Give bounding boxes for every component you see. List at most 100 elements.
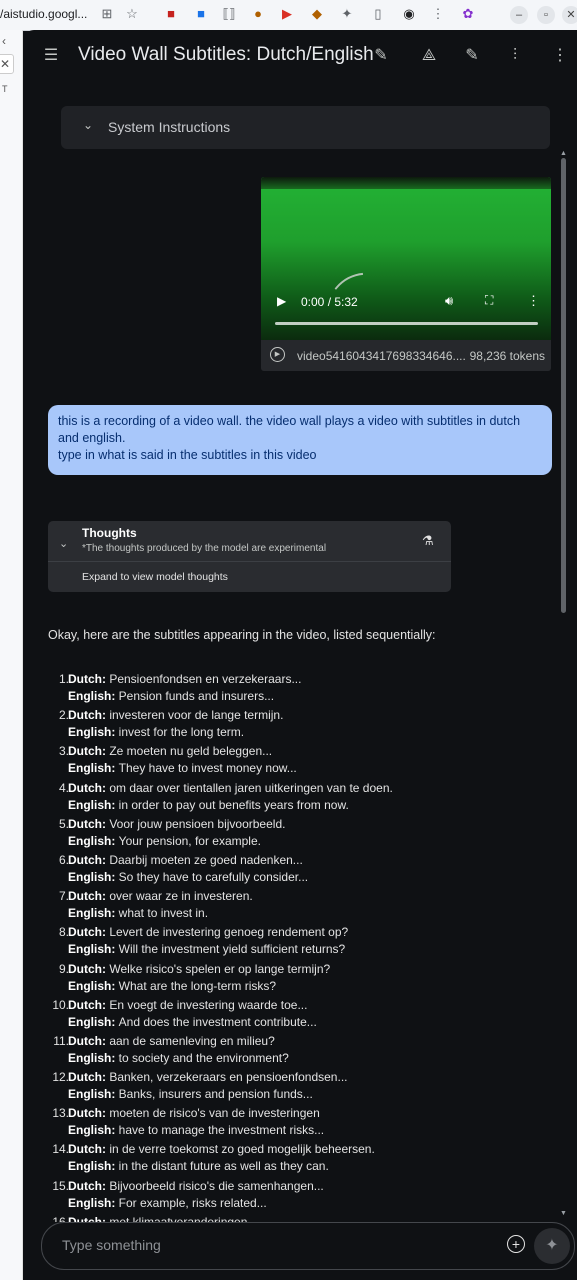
list-item: 2. Dutch: investeren voor de lange termij… [24, 708, 564, 744]
video-time: 0:00 / 5:32 [301, 295, 358, 309]
extension-icon[interactable]: ▶ [279, 6, 295, 22]
expand-thoughts-link[interactable]: Expand to view model thoughts [82, 571, 228, 583]
video-file-info: ▶ video5416043417698334646.... 98,236 to… [261, 340, 551, 371]
extension-icon[interactable]: ■ [193, 6, 209, 22]
english-line: English: For example, risks related... [68, 1195, 267, 1210]
add-media-icon[interactable]: + [507, 1235, 525, 1253]
list-item: 16. Dutch: met klimaatveranderingen [24, 1215, 564, 1222]
list-item: 7. Dutch: over waar ze in investeren. Engl… [24, 889, 564, 925]
video-more-icon[interactable]: ⋮ [527, 293, 540, 309]
list-number: 16. [52, 1214, 69, 1222]
bookmark-star-icon[interactable]: ☆ [124, 6, 140, 22]
side-panel-icon[interactable]: ▯ [370, 6, 386, 22]
token-count: 98,236 tokens [469, 349, 545, 363]
dutch-line: Dutch: aan de samenleving en milieu? [68, 1033, 275, 1048]
minimize-icon[interactable]: – [510, 6, 528, 24]
strip-text: T [2, 84, 8, 94]
close-icon[interactable]: ✕ [0, 54, 14, 74]
browser-toolbar: /aistudio.googl... ⊞ ☆ ■ ■ ⟦⟧ ● ▶ ◆ ✦ ▯ … [0, 0, 577, 31]
dutch-line: Dutch: En voegt de investering waarde to… [68, 997, 308, 1012]
list-item: 3. Dutch: Ze moeten nu geld beleggen... En… [24, 744, 564, 780]
prompt-input-bar: Type something + ✦ [41, 1222, 575, 1270]
run-settings-icon[interactable]: ⫶ [505, 46, 525, 66]
scrollbar-thumb[interactable] [561, 158, 566, 613]
address-bar[interactable]: /aistudio.googl... [0, 7, 87, 21]
extension-icon[interactable]: ● [250, 6, 266, 22]
chevron-down-icon: ⌄ [83, 118, 94, 132]
extension-icon[interactable]: ◆ [309, 6, 325, 22]
tab-search-icon[interactable]: ⊞ [99, 6, 115, 22]
video-controls: ▶ 0:00 / 5:32 🔊︎ ⛶ ⋮ [261, 285, 551, 340]
scroll-up-icon[interactable]: ▲ [560, 150, 567, 157]
dutch-line: Dutch: Welke risico's spelen er op lange… [68, 961, 331, 976]
list-number: 11. [53, 1033, 69, 1048]
video-progress-bar[interactable] [275, 322, 538, 325]
thoughts-title: Thoughts [82, 526, 137, 540]
list-number: 14. [52, 1142, 69, 1157]
dutch-line: Dutch: Pensioenfondsen en verzekeraars..… [68, 672, 302, 686]
dutch-line: Dutch: Levert de investering genoeg rend… [68, 925, 349, 940]
chrome-menu-icon[interactable]: ⋮ [430, 6, 446, 22]
english-line: English: what to invest in. [68, 906, 209, 921]
english-line: English: to society and the environment? [68, 1050, 289, 1065]
chevron-down-icon: ⌄ [59, 538, 69, 550]
menu-icon[interactable]: ☰ [41, 46, 61, 66]
compare-icon[interactable]: ⟁ [419, 46, 439, 66]
dutch-line: Dutch: investeren voor de lange termijn. [68, 708, 284, 723]
dutch-line: Dutch: Banken, verzekeraars en pensioenf… [68, 1070, 348, 1085]
dutch-line: Dutch: in de verre toekomst zo goed moge… [68, 1142, 375, 1157]
volume-icon[interactable]: 🔊︎ [445, 293, 453, 309]
play-circle-icon[interactable]: ▶ [270, 347, 285, 362]
list-number: 15. [52, 1178, 69, 1193]
list-number: 13. [52, 1106, 69, 1121]
page-title: Video Wall Subtitles: Dutch/English [78, 44, 374, 65]
english-line: English: So they have to carefully consi… [68, 869, 309, 884]
chevron-left-icon[interactable]: ‹ [2, 34, 6, 48]
experimental-flask-icon: ⚗ [422, 533, 434, 548]
new-chat-icon[interactable]: ✎ [462, 46, 482, 66]
copilot-icon[interactable]: ✿ [460, 6, 476, 22]
fullscreen-icon[interactable]: ⛶ [485, 293, 493, 308]
english-line: English: invest for the long term. [68, 725, 245, 740]
profile-avatar[interactable]: ◉ [401, 6, 417, 22]
extension-icon[interactable]: ⟦⟧ [221, 6, 237, 22]
english-line: English: Will the investment yield suffi… [68, 942, 346, 957]
dutch-line: Dutch: Ze moeten nu geld beleggen... [68, 744, 273, 759]
ai-studio-app: ☰ Video Wall Subtitles: Dutch/English ✎ … [24, 30, 577, 1280]
more-options-icon[interactable]: ⋮ [550, 46, 570, 66]
dutch-line: Dutch: moeten de risico's van de investe… [68, 1106, 320, 1121]
close-window-icon[interactable]: ✕ [562, 6, 577, 24]
prompt-input[interactable]: Type something [62, 1237, 161, 1253]
list-item: 5. Dutch: Voor jouw pensioen bijvoorbeeld… [24, 817, 564, 853]
thoughts-note: *The thoughts produced by the model are … [82, 543, 327, 554]
extensions-puzzle-icon[interactable]: ✦ [339, 6, 355, 22]
play-icon[interactable]: ▶ [277, 294, 286, 308]
english-line: English: Your pension, for example. [68, 833, 261, 848]
response-intro: Okay, here are the subtitles appearing i… [48, 628, 436, 642]
list-item: 14. Dutch: in de verre toekomst zo goed m… [24, 1142, 564, 1178]
dutch-line: Dutch: Daarbij moeten ze goed nadenken..… [68, 852, 303, 867]
list-item: 15. Dutch: Bijvoorbeeld risico's die same… [24, 1179, 564, 1215]
run-button[interactable]: ✦ [534, 1228, 570, 1264]
english-line: English: They have to invest money now..… [68, 761, 297, 776]
english-line: English: What are the long-term risks? [68, 978, 277, 993]
english-line: English: Pension funds and insurers... [68, 689, 275, 703]
list-item: 1. Dutch: Pensioenfondsen en verzekeraars… [24, 672, 564, 708]
dutch-line: Dutch: Voor jouw pensioen bijvoorbeeld. [68, 816, 286, 831]
dutch-line: Dutch: over waar ze in investeren. [68, 889, 253, 904]
english-line: English: have to manage the investment r… [68, 1123, 325, 1138]
english-line: English: Banks, insurers and pension fun… [68, 1087, 313, 1102]
restore-icon[interactable]: ▫ [537, 6, 555, 24]
list-item: 10. Dutch: En voegt de investering waarde… [24, 998, 564, 1034]
video-attachment[interactable]: ▶ 0:00 / 5:32 🔊︎ ⛶ ⋮ ▶ video541604341769… [261, 177, 551, 371]
extension-icon[interactable]: ■ [163, 6, 179, 22]
edit-title-icon[interactable]: ✎ [371, 46, 391, 66]
thoughts-panel[interactable]: ⌄ Thoughts *The thoughts produced by the… [48, 521, 451, 592]
list-number: 10. [52, 997, 69, 1012]
system-instructions-panel[interactable]: ⌄ System Instructions [61, 106, 550, 149]
subtitle-list: 1. Dutch: Pensioenfondsen en verzekeraars… [24, 672, 564, 1222]
background-window-strip: ‹ ✕ T [0, 30, 23, 1280]
list-item: 11. Dutch: aan de samenleving en milieu? E… [24, 1034, 564, 1070]
dutch-line: Dutch: met klimaatveranderingen [68, 1214, 248, 1222]
dutch-line: Dutch: om daar over tientallen jaren uit… [68, 780, 393, 795]
